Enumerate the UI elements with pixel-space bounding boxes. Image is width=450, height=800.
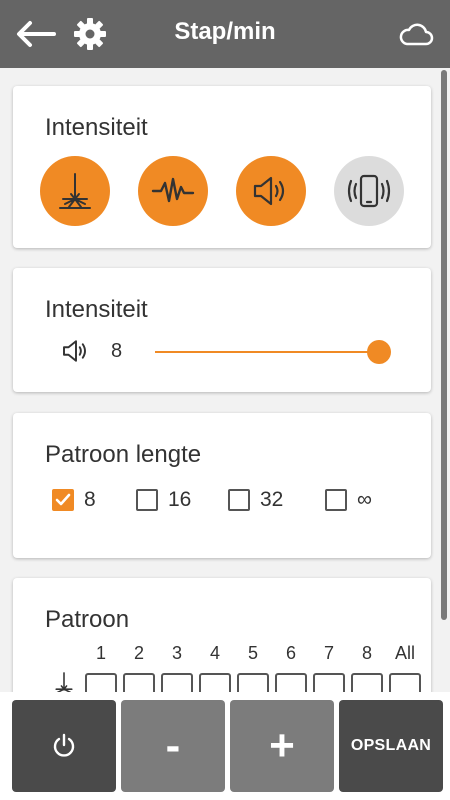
column-label: 7 xyxy=(323,643,334,663)
column-label: 4 xyxy=(209,643,220,663)
pattern-title: Patroon xyxy=(45,606,130,633)
plus-label: + xyxy=(269,721,295,770)
intensity-value: 8 xyxy=(111,340,123,362)
phone-vibrate-icon xyxy=(347,174,391,208)
checkbox-checked-icon[interactable] xyxy=(52,489,74,511)
option-label: ∞ xyxy=(357,488,372,511)
bottom-action-bar: - + OPSLAAN xyxy=(0,692,450,800)
save-button[interactable]: OPSLAAN xyxy=(339,700,443,792)
checkbox-icon[interactable] xyxy=(136,489,158,511)
pattern-length-option-8[interactable]: 8 xyxy=(52,488,96,512)
column-label: 8 xyxy=(361,643,372,663)
checkbox-icon[interactable] xyxy=(228,489,250,511)
option-label: 8 xyxy=(84,488,96,511)
intensity-mode-title: Intensiteit xyxy=(45,114,148,141)
plus-button[interactable]: + xyxy=(230,700,334,792)
column-label: All xyxy=(394,643,415,663)
column-label: 1 xyxy=(95,643,106,663)
speaker-icon xyxy=(63,340,86,362)
option-label: 16 xyxy=(168,488,192,511)
mode-vibrate-button[interactable] xyxy=(334,156,404,226)
mode-impact-button[interactable] xyxy=(40,156,110,226)
cloud-icon[interactable] xyxy=(398,20,434,50)
pattern-length-card: Patroon lengte xyxy=(13,413,431,558)
speaker-icon xyxy=(253,176,285,206)
power-button[interactable] xyxy=(12,700,116,792)
pulse-wave-icon xyxy=(151,177,195,203)
save-label: OPSLAAN xyxy=(350,737,432,754)
impact-icon xyxy=(59,173,91,209)
power-icon xyxy=(53,733,75,757)
column-label: 3 xyxy=(171,643,182,663)
pattern-length-option-infinite[interactable]: ∞ xyxy=(325,488,372,512)
pattern-length-title: Patroon lengte xyxy=(45,441,202,468)
page-title: Stap/min xyxy=(174,18,276,45)
column-label: 5 xyxy=(247,643,258,663)
intensity-slider-track[interactable] xyxy=(155,351,381,353)
intensity-slider-thumb[interactable] xyxy=(367,340,391,364)
intensity-level-title: Intensiteit xyxy=(45,296,148,323)
mode-pulse-button[interactable] xyxy=(138,156,208,226)
scrollbar[interactable] xyxy=(441,70,447,620)
app-header: Stap/min xyxy=(0,0,450,68)
intensity-mode-card: Intensiteit xyxy=(13,86,431,248)
column-label: 2 xyxy=(133,643,144,663)
minus-button[interactable]: - xyxy=(121,700,225,792)
intensity-level-card: Intensiteit 8 xyxy=(13,268,431,392)
pattern-length-option-16[interactable]: 16 xyxy=(136,488,191,512)
option-label: 32 xyxy=(260,488,284,511)
checkbox-icon[interactable] xyxy=(325,489,347,511)
column-label: 6 xyxy=(285,643,296,663)
minus-label: - xyxy=(165,721,181,770)
mode-sound-button[interactable] xyxy=(236,156,306,226)
pattern-length-option-32[interactable]: 32 xyxy=(228,488,283,512)
